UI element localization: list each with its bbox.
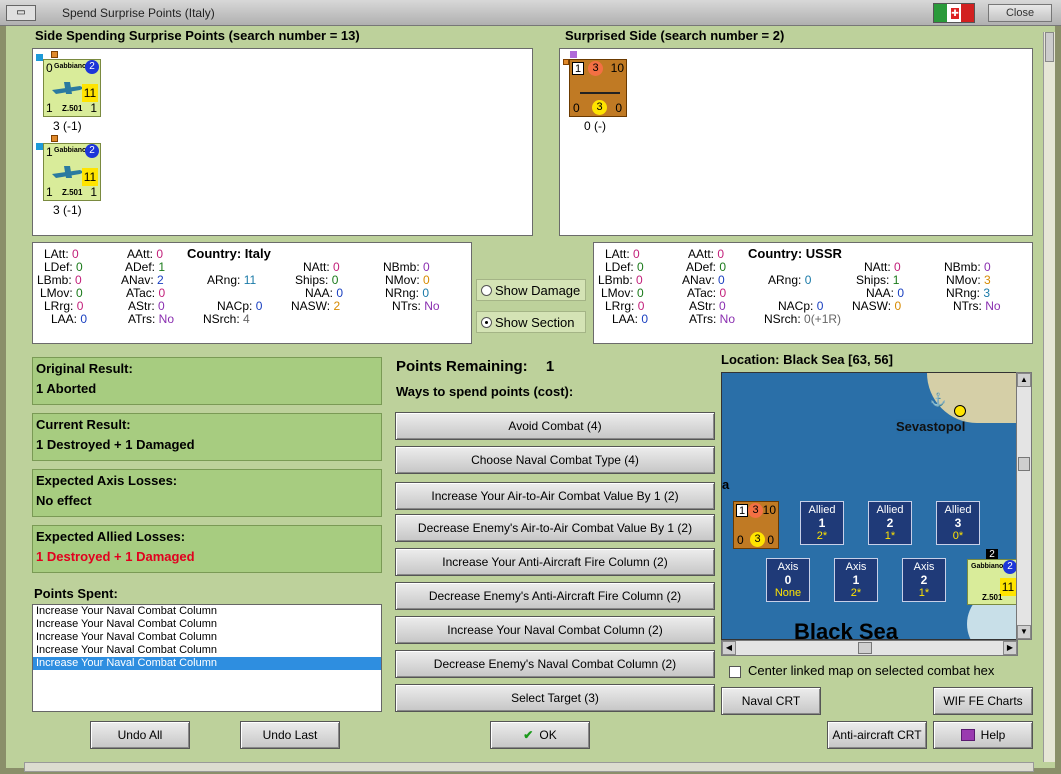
seaplane-icon: [52, 82, 84, 94]
list-item[interactable]: Increase Your Naval Combat Column: [33, 657, 381, 670]
unit-value-caption: 0 (-): [584, 119, 606, 133]
city-label: Sevastopol: [896, 419, 966, 434]
increase-naval-combat-button[interactable]: Increase Your Naval Combat Column (2): [395, 616, 715, 644]
unit-value-caption: 3 (-1): [53, 203, 82, 217]
close-button[interactable]: Close: [988, 4, 1052, 22]
spending-units-panel: 0 Gabbiano 2 11 Z.501 1 1 3 (-1) 1 Gabbi…: [32, 48, 533, 236]
scroll-up-icon[interactable]: ▲: [1017, 373, 1031, 387]
scroll-left-icon[interactable]: ◀: [722, 641, 736, 655]
choose-naval-combat-type-button[interactable]: Choose Naval Combat Type (4): [395, 446, 715, 474]
stats-panel-ussr: LAtt: 0 AAtt: 0 Country: USSR LDef: 0 AD…: [593, 242, 1033, 344]
original-result-box: Original Result: 1 Aborted: [32, 357, 382, 405]
points-spent-label: Points Spent:: [34, 586, 118, 601]
list-item[interactable]: Increase Your Naval Combat Column: [33, 618, 381, 631]
map-horizontal-scrollbar[interactable]: ◀ ▶: [721, 640, 1018, 656]
show-section-radio[interactable]: Show Section: [476, 311, 586, 333]
air-unit-counter[interactable]: 1 Gabbiano 2 11 Z.501 1 1: [43, 143, 101, 201]
warship-icon: [580, 84, 620, 94]
list-item[interactable]: Increase Your Naval Combat Column: [33, 605, 381, 618]
unit-marker-icon: [570, 51, 577, 58]
allied-combat-box-2[interactable]: Allied 2 1*: [868, 501, 912, 545]
air-unit-counter[interactable]: 0 Gabbiano 2 11 Z.501 1 1: [43, 59, 101, 117]
avoid-combat-button[interactable]: Avoid Combat (4): [395, 412, 715, 440]
allied-combat-box-1[interactable]: Allied 1 2*: [800, 501, 844, 545]
anti-aircraft-crt-button[interactable]: Anti-aircraft CRT: [827, 721, 927, 749]
seaplane-icon: [52, 166, 84, 178]
surprised-units-panel: 1 3 10 0 3 0 0 (-): [559, 48, 1033, 236]
window-menu-button[interactable]: ▭: [6, 5, 36, 21]
map-location-label: Location: Black Sea [63, 56]: [721, 352, 893, 367]
ways-to-spend-label: Ways to spend points (cost):: [396, 384, 574, 399]
window-scrollbar[interactable]: [1043, 32, 1055, 762]
axis-combat-box-0[interactable]: Axis 0 None: [766, 558, 810, 602]
stats-panel-italy: LAtt: 0 AAtt: 0 Country: Italy LDef: 0 A…: [32, 242, 472, 344]
naval-crt-button[interactable]: Naval CRT: [721, 687, 821, 715]
map-edge-label: a: [722, 477, 730, 492]
help-book-icon: [960, 729, 975, 741]
checkmark-icon: ✔: [523, 728, 534, 742]
right-panel-header: Surprised Side (search number = 2): [565, 28, 785, 43]
increase-anti-aircraft-button[interactable]: Increase Your Anti-Aircraft Fire Column …: [395, 548, 715, 576]
unit-marker-icon: [36, 143, 43, 150]
linked-map[interactable]: ⚓ Sevastopol a 1 3 10 0 3 0 Allied 1 2* Al…: [721, 372, 1018, 640]
current-result-box: Current Result: 1 Destroyed + 1 Damaged: [32, 413, 382, 461]
scroll-thumb[interactable]: [1018, 457, 1030, 471]
points-remaining-value: 1: [545, 358, 555, 375]
unit-value-caption: 3 (-1): [53, 119, 82, 133]
allied-combat-box-3[interactable]: Allied 3 0*: [936, 501, 980, 545]
decrease-enemy-naval-combat-button[interactable]: Decrease Enemy's Naval Combat Column (2): [395, 650, 715, 678]
increase-air-to-air-button[interactable]: Increase Your Air-to-Air Combat Value By…: [395, 482, 715, 510]
map-ship-counter[interactable]: 1 3 10 0 3 0: [733, 501, 779, 549]
bottom-scrollbar[interactable]: [24, 762, 1034, 772]
left-panel-header: Side Spending Surprise Points (search nu…: [35, 28, 360, 43]
scroll-right-icon[interactable]: ▶: [1003, 641, 1017, 655]
title-bar: ▭ Spend Surprise Points (Italy) ✚ Close: [0, 0, 1061, 26]
scroll-thumb[interactable]: [858, 642, 872, 654]
points-remaining-label: Points Remaining: 1: [396, 358, 555, 375]
list-item[interactable]: Increase Your Naval Combat Column: [33, 644, 381, 657]
axis-combat-box-2[interactable]: Axis 2 1*: [902, 558, 946, 602]
undo-last-button[interactable]: Undo Last: [240, 721, 340, 749]
axis-combat-box-1[interactable]: Axis 1 2*: [834, 558, 878, 602]
list-item[interactable]: Increase Your Naval Combat Column: [33, 631, 381, 644]
points-spent-list[interactable]: Increase Your Naval Combat Column Increa…: [32, 604, 382, 712]
port-anchor-icon: ⚓: [930, 392, 947, 407]
map-vertical-scrollbar[interactable]: ▲ ▼: [1016, 372, 1032, 640]
decrease-enemy-air-to-air-button[interactable]: Decrease Enemy's Air-to-Air Combat Value…: [395, 514, 715, 542]
show-damage-radio[interactable]: Show Damage: [476, 279, 586, 301]
scroll-down-icon[interactable]: ▼: [1017, 625, 1031, 639]
wif-fe-charts-button[interactable]: WIF FE Charts: [933, 687, 1033, 715]
decrease-enemy-anti-aircraft-button[interactable]: Decrease Enemy's Anti-Aircraft Fire Colu…: [395, 582, 715, 610]
unit-marker-icon: [36, 54, 43, 61]
map-air-counter[interactable]: Gabbiano 2 11 Z.501: [967, 559, 1017, 605]
ship-unit-counter[interactable]: 1 3 10 0 3 0: [569, 59, 627, 117]
unit-marker-icon: [51, 51, 58, 58]
ok-button[interactable]: ✔ OK: [490, 721, 590, 749]
expected-axis-losses-box: Expected Axis Losses: No effect: [32, 469, 382, 517]
help-button[interactable]: Help: [933, 721, 1033, 749]
select-target-button[interactable]: Select Target (3): [395, 684, 715, 712]
city-marker-icon: [954, 405, 966, 417]
undo-all-button[interactable]: Undo All: [90, 721, 190, 749]
sea-label: Black Sea: [794, 619, 898, 640]
window-title: Spend Surprise Points (Italy): [62, 6, 215, 20]
unit-marker-icon: [51, 135, 58, 142]
italy-flag-icon: ✚: [933, 3, 975, 23]
expected-allied-losses-box: Expected Allied Losses: 1 Destroyed + 1 …: [32, 525, 382, 573]
